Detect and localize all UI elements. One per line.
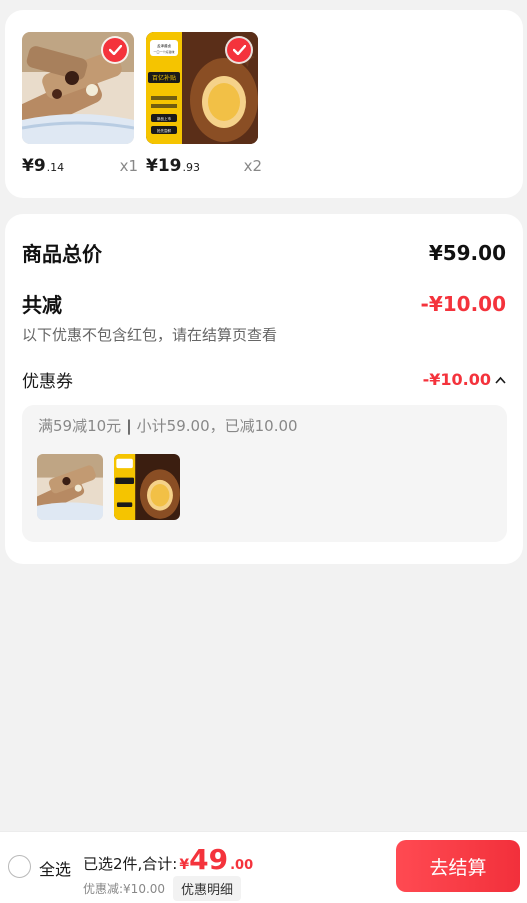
product-quantity: x2 bbox=[243, 157, 262, 175]
selected-total: 已选2件,合计: ¥ 49 .00 bbox=[83, 843, 254, 876]
reduce-label: 共减 bbox=[22, 293, 62, 317]
selected-products-card: ¥9.14 x1 百亿补贴 孟津酱卤 一口一个好滋味 新品上市 抢先尝鲜 ¥19… bbox=[5, 10, 523, 198]
coupon-product-thumb-egg bbox=[114, 454, 180, 520]
discount-text: 优惠减:¥10.00 bbox=[83, 882, 166, 896]
coupon-amount[interactable]: -¥10.00 bbox=[423, 370, 506, 389]
product-image-braised-egg[interactable]: 百亿补贴 孟津酱卤 一口一个好滋味 新品上市 抢先尝鲜 bbox=[146, 32, 258, 144]
coupon-detail-box: 满59减10元 | 小计59.00，已减10.00 bbox=[22, 405, 507, 542]
svg-text:抢先尝鲜: 抢先尝鲜 bbox=[157, 128, 171, 133]
product-price: ¥9.14 bbox=[22, 156, 65, 176]
coupon-description: 满59减10元 | 小计59.00，已减10.00 bbox=[38, 417, 298, 435]
selected-check-icon[interactable] bbox=[227, 38, 251, 62]
checkout-bar: 全选 已选2件,合计: ¥ 49 .00 优惠减:¥10.00 优惠明细 去结算 bbox=[0, 831, 527, 903]
badge-main-text: 百亿补贴 bbox=[152, 74, 176, 82]
select-all-label[interactable]: 全选 bbox=[39, 856, 71, 880]
product-image-wafer-roll[interactable] bbox=[22, 32, 134, 144]
chevron-up-icon[interactable] bbox=[495, 376, 506, 384]
total-value: ¥59.00 bbox=[428, 240, 506, 265]
svg-text:孟津酱卤: 孟津酱卤 bbox=[157, 43, 171, 48]
selected-check-icon[interactable] bbox=[103, 38, 127, 62]
reduce-value: -¥10.00 bbox=[420, 291, 506, 316]
total-label: 商品总价 bbox=[22, 242, 102, 266]
coupon-product-thumb-wafer bbox=[37, 454, 103, 520]
product-item[interactable]: ¥9.14 x1 bbox=[22, 32, 138, 176]
checkout-button[interactable]: 去结算 bbox=[396, 840, 520, 892]
product-item[interactable]: 百亿补贴 孟津酱卤 一口一个好滋味 新品上市 抢先尝鲜 ¥19.93 x2 bbox=[146, 32, 262, 176]
price-summary-card: 商品总价 ¥59.00 共减 -¥10.00 以下优惠不包含红包，请在结算页查看… bbox=[5, 214, 523, 564]
coupon-label: 优惠券 bbox=[22, 372, 73, 392]
discount-detail-button[interactable]: 优惠明细 bbox=[173, 876, 242, 901]
discount-info: 优惠减:¥10.00 优惠明细 bbox=[83, 876, 242, 901]
product-price: ¥19.93 bbox=[146, 156, 200, 176]
discount-note: 以下优惠不包含红包，请在结算页查看 bbox=[22, 326, 278, 344]
svg-text:新品上市: 新品上市 bbox=[157, 116, 171, 121]
coupon-row[interactable]: 优惠券 -¥10.00 bbox=[22, 367, 506, 392]
product-quantity: x1 bbox=[119, 157, 138, 175]
select-all-radio[interactable] bbox=[8, 855, 31, 878]
svg-text:一口一个好滋味: 一口一个好滋味 bbox=[153, 49, 174, 54]
